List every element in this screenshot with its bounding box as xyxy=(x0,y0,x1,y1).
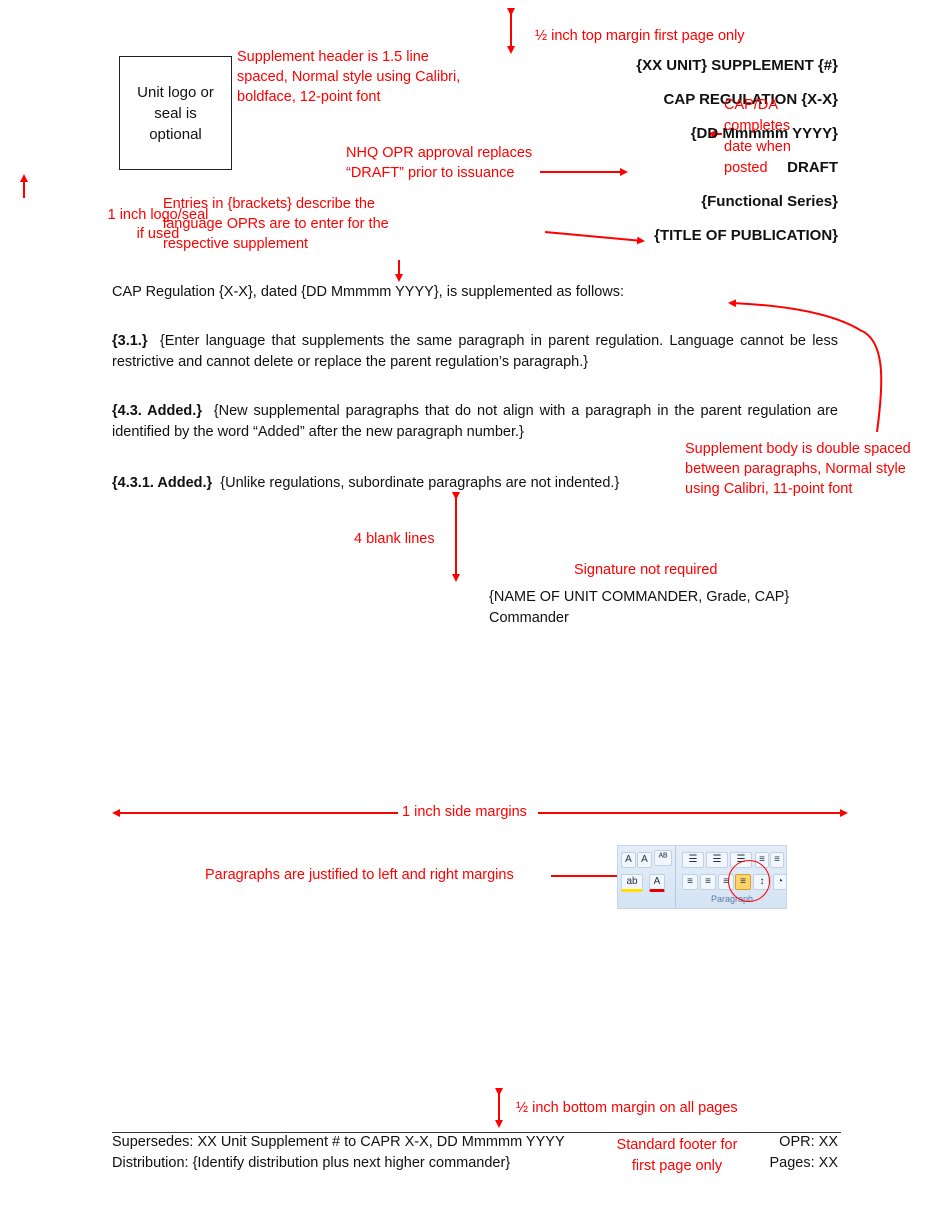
paragraph-text: {Enter language that supplements the sam… xyxy=(112,333,838,370)
highlight-icon[interactable]: ab xyxy=(621,874,643,892)
title-arrow xyxy=(544,231,645,245)
header-title: {TITLE OF PUBLICATION} xyxy=(654,227,838,244)
brackets-note-line: respective supplement xyxy=(163,236,309,252)
footer-note-line: first page only xyxy=(631,1158,723,1174)
blank-lines-note: 4 blank lines xyxy=(354,531,435,547)
nhq-note-line: NHQ OPR approval replaces xyxy=(346,145,533,161)
signature-block: {NAME OF UNIT COMMANDER, Grade, CAP} Com… xyxy=(489,587,789,629)
ribbon-group-label: Paragraph xyxy=(710,894,754,904)
paragraph-text: {Unlike regulations, subordinate paragra… xyxy=(220,475,620,491)
capda-note-line: completes xyxy=(724,118,791,134)
header-format-note: Supplement header is 1.5 line spaced, No… xyxy=(237,47,460,107)
shrink-font-icon[interactable]: A xyxy=(637,852,652,868)
footer-right: OPR: XX Pages: XX xyxy=(769,1132,838,1174)
font-color-icon[interactable]: A xyxy=(649,874,665,892)
header-note-line: Supplement header is 1.5 line xyxy=(237,49,429,65)
body-note-line: between paragraphs, Normal style xyxy=(685,461,906,477)
annotation-arrows xyxy=(20,8,883,1128)
paragraph-number: {4.3.1. Added.} xyxy=(112,475,213,491)
intro-statement: CAP Regulation {X-X}, dated {DD Mmmmm YY… xyxy=(112,284,625,300)
footer-supersedes: Supersedes: XX Unit Supplement # to CAPR… xyxy=(112,1134,565,1150)
header-functional-series: {Functional Series} xyxy=(701,193,838,210)
grow-font-icon[interactable]: A xyxy=(621,852,636,868)
header-note-line: spaced, Normal style using Calibri, xyxy=(237,69,461,85)
capda-note-line: date when xyxy=(724,139,791,155)
paragraph-number: {4.3. Added.} xyxy=(112,403,202,419)
word-ribbon-snippet: A A ᴬᴮ ab A ☰ ☰ ☰ ≡ ≡ ≡ ≡ ≡ ≡ ↕ ◔ Paragr… xyxy=(617,845,787,909)
paragraph-text: {New supplemental paragraphs that do not… xyxy=(112,403,838,440)
body-note-line: using Calibri, 11-point font xyxy=(685,481,853,497)
ribbon-divider xyxy=(675,846,676,908)
header-note-line: boldface, 12-point font xyxy=(237,89,381,105)
logo-text-2: seal is xyxy=(154,104,197,122)
header-draft: DRAFT xyxy=(787,159,838,176)
footer-pages: Pages: XX xyxy=(769,1155,838,1171)
logo-text-3: optional xyxy=(149,125,202,143)
commander-name: {NAME OF UNIT COMMANDER, Grade, CAP} xyxy=(489,589,790,605)
capda-note-line: posted xyxy=(724,160,768,176)
logo-text-1: Unit logo or xyxy=(137,83,214,101)
bullets-icon[interactable]: ☰ xyxy=(682,852,704,868)
paragraph-3-1: {3.1.} {Enter language that supplements … xyxy=(112,331,838,373)
increase-indent-icon[interactable]: ≡ xyxy=(770,852,784,868)
justify-highlight-circle xyxy=(728,860,770,902)
signature-note: Signature not required xyxy=(574,562,718,578)
nhq-note-line: “DRAFT” prior to issuance xyxy=(346,165,515,181)
numbering-icon[interactable]: ☰ xyxy=(706,852,728,868)
nhq-approval-note: NHQ OPR approval replaces “DRAFT” prior … xyxy=(346,143,532,183)
paragraph-4-3-1: {4.3.1. Added.} {Unlike regulations, sub… xyxy=(112,473,619,494)
align-center-icon[interactable]: ≡ xyxy=(700,874,716,890)
top-margin-note: ½ inch top margin first page only xyxy=(535,28,745,44)
clear-formatting-icon[interactable]: ᴬᴮ xyxy=(654,850,672,866)
body-format-note: Supplement body is double spaced between… xyxy=(685,439,911,499)
footer-left: Supersedes: XX Unit Supplement # to CAPR… xyxy=(112,1132,565,1174)
align-left-icon[interactable]: ≡ xyxy=(682,874,698,890)
body-note-line: Supplement body is double spaced xyxy=(685,441,911,457)
capda-note: CAP/DA completes date when posted xyxy=(724,95,791,179)
bottom-margin-note: ½ inch bottom margin on all pages xyxy=(516,1100,738,1116)
commander-title: Commander xyxy=(489,610,569,626)
paragraph-number: {3.1.} xyxy=(112,333,148,349)
brackets-note-line: language OPRs are to enter for the xyxy=(163,216,389,232)
logo-placeholder: Unit logo or seal is optional xyxy=(119,56,232,170)
brackets-note: Entries in {brackets} describe the langu… xyxy=(163,194,389,254)
header-unit-supplement: {XX UNIT} SUPPLEMENT {#} xyxy=(636,57,838,74)
footer-note-line: Standard footer for xyxy=(616,1137,738,1153)
footer-note: Standard footer for first page only xyxy=(607,1135,747,1177)
shading-icon[interactable]: ◔ xyxy=(773,874,787,890)
capda-note-line: CAP/DA xyxy=(724,97,778,113)
paragraph-4-3: {4.3. Added.} {New supplemental paragrap… xyxy=(112,401,838,443)
side-margins-note: 1 inch side margins xyxy=(402,804,527,820)
footer-opr: OPR: XX xyxy=(779,1134,838,1150)
justify-note: Paragraphs are justified to left and rig… xyxy=(205,867,514,883)
brackets-note-line: Entries in {brackets} describe the xyxy=(163,196,375,212)
footer-distribution: Distribution: {Identify distribution plu… xyxy=(112,1155,511,1171)
